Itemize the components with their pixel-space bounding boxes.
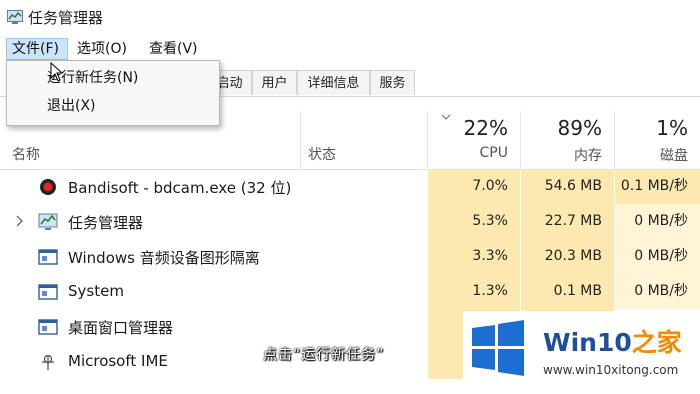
tab-users[interactable]: 用户 xyxy=(252,70,297,95)
cpu-cell: 1.3% xyxy=(428,274,520,309)
ime-icon xyxy=(42,354,54,370)
title-bar: 任务管理器 xyxy=(0,0,700,36)
cpu-cell: 3.3% xyxy=(428,239,520,274)
column-status-header[interactable]: 状态 xyxy=(308,144,336,164)
table-row[interactable]: 1.3% 0.1 MB 0 MB/秒 System xyxy=(0,274,700,309)
process-name: 任务管理器 xyxy=(68,214,144,232)
process-name: Windows 音频设备图形隔离 xyxy=(68,249,260,267)
process-name: 桌面窗口管理器 xyxy=(68,319,174,337)
cpu-total-percent: 22% xyxy=(463,116,508,140)
menu-bar: 文件(F) 选项(O) 查看(V) xyxy=(0,36,700,62)
mouse-cursor-icon xyxy=(50,62,64,82)
disk-cell: 0.1 MB/秒 xyxy=(615,169,700,204)
process-name: System xyxy=(68,282,124,300)
memory-cell: 20.3 MB xyxy=(521,239,614,274)
expand-chevron-icon[interactable] xyxy=(15,215,23,227)
cpu-label: CPU xyxy=(479,145,508,161)
service-window-icon xyxy=(38,284,58,300)
table-row[interactable]: 7.0% 54.6 MB 0.1 MB/秒 Bandisoft - bdcam.… xyxy=(0,169,700,204)
tab-details[interactable]: 详细信息 xyxy=(297,70,370,95)
watermark-brand: Win10之家 xyxy=(543,328,682,357)
bandicam-record-icon xyxy=(40,179,56,195)
watermark-site: www.win10xitong.com xyxy=(543,363,679,377)
file-menu-dropdown: 运行新任务(N) 退出(X) xyxy=(6,60,220,126)
disk-label: 磁盘 xyxy=(660,148,688,164)
tab-services[interactable]: 服务 xyxy=(370,70,415,95)
column-disk-header[interactable]: 1% 磁盘 xyxy=(615,111,700,169)
column-name-header[interactable]: 名称 xyxy=(12,144,40,164)
process-name: Bandisoft - bdcam.exe (32 位) xyxy=(68,179,292,197)
memory-cell: 0.1 MB xyxy=(521,274,614,309)
service-window-icon xyxy=(38,249,58,265)
menu-view[interactable]: 查看(V) xyxy=(144,38,203,60)
memory-cell: 54.6 MB xyxy=(521,169,614,204)
disk-total-percent: 1% xyxy=(656,116,688,140)
process-name: Microsoft IME xyxy=(68,352,168,370)
sort-chevron-icon xyxy=(441,114,451,120)
menu-file[interactable]: 文件(F) xyxy=(6,38,68,60)
menu-item-exit[interactable]: 退出(X) xyxy=(47,95,96,117)
memory-label: 内存 xyxy=(574,148,602,164)
table-row[interactable]: 3.3% 20.3 MB 0 MB/秒 Windows 音频设备图形隔离 xyxy=(0,239,700,274)
video-subtitle: 点击“运行新任务” xyxy=(263,347,385,363)
disk-cell: 0 MB/秒 xyxy=(615,204,700,239)
site-watermark: Win10之家 www.win10xitong.com xyxy=(463,311,700,394)
column-memory-header[interactable]: 89% 内存 xyxy=(521,111,614,169)
task-manager-icon xyxy=(38,213,58,230)
service-window-icon xyxy=(38,319,58,335)
cpu-cell: 7.0% xyxy=(428,169,520,204)
windows-logo-icon xyxy=(472,320,524,376)
memory-cell: 22.7 MB xyxy=(521,204,614,239)
disk-cell: 0 MB/秒 xyxy=(615,274,700,309)
disk-cell: 0 MB/秒 xyxy=(615,239,700,274)
cpu-cell: 5.3% xyxy=(428,204,520,239)
window-title: 任务管理器 xyxy=(28,9,104,27)
menu-options[interactable]: 选项(O) xyxy=(72,38,132,60)
task-manager-icon xyxy=(7,10,23,24)
table-row[interactable]: 5.3% 22.7 MB 0 MB/秒 任务管理器 xyxy=(0,204,700,239)
memory-total-percent: 89% xyxy=(557,116,602,140)
